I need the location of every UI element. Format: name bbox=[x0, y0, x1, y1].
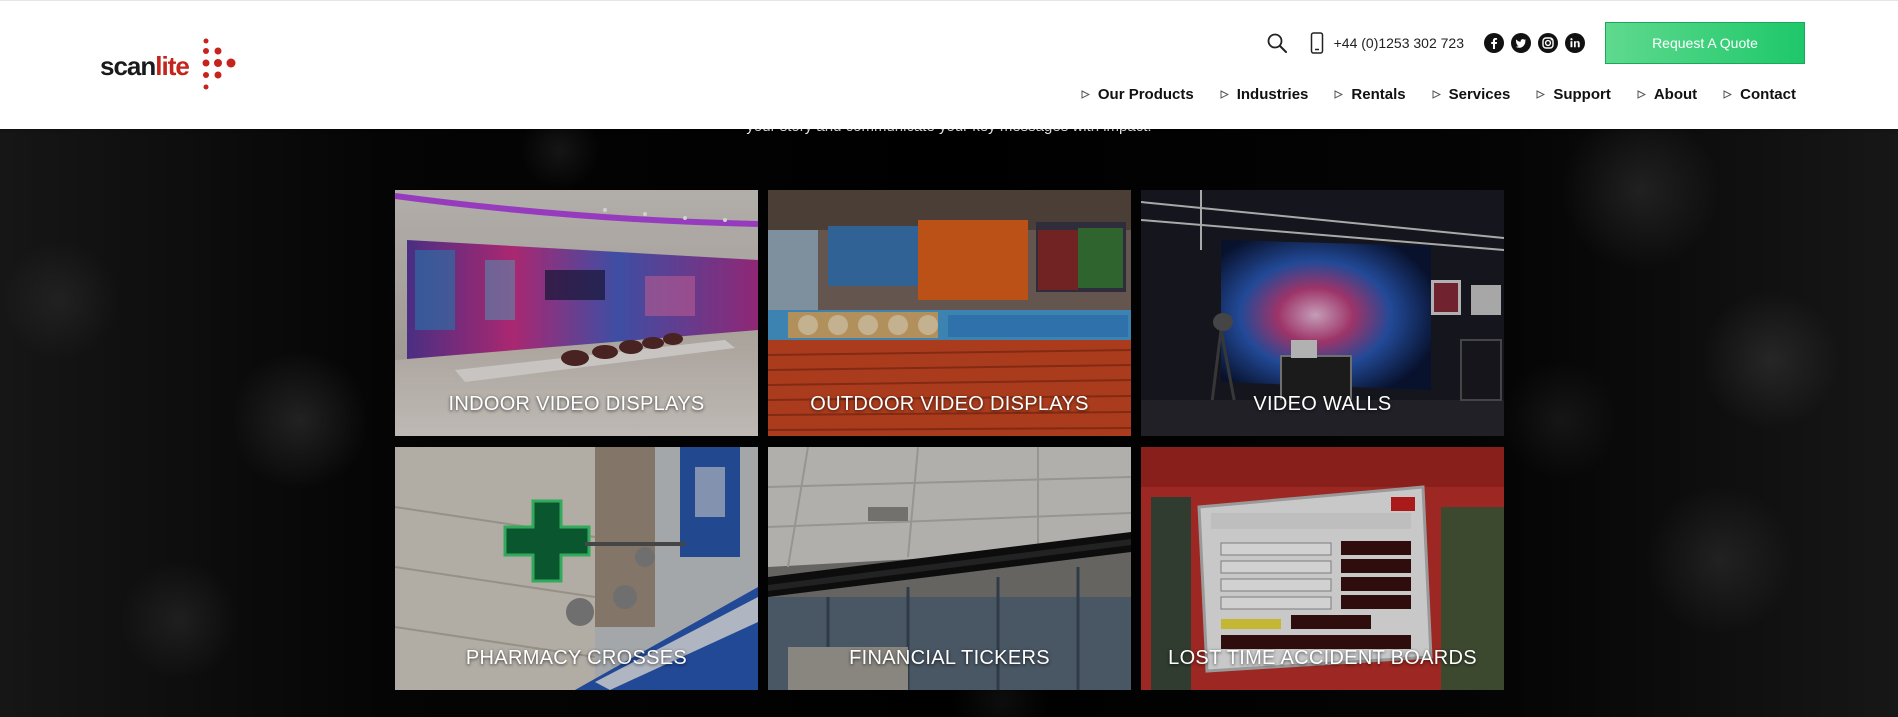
facebook-icon[interactable] bbox=[1484, 33, 1504, 53]
nav-arrow-icon bbox=[1220, 90, 1229, 99]
instagram-icon[interactable] bbox=[1538, 33, 1558, 53]
nav-item-our-products[interactable]: Our Products bbox=[1081, 86, 1194, 103]
nav-item-support[interactable]: Support bbox=[1536, 86, 1611, 103]
phone-number-link[interactable]: +44 (0)1253 302 723 bbox=[1334, 35, 1464, 51]
nav-label: Our Products bbox=[1097, 86, 1194, 103]
nav-item-services[interactable]: Services bbox=[1432, 86, 1511, 103]
logo-accent-text: lite bbox=[155, 51, 190, 81]
search-icon[interactable] bbox=[1266, 32, 1288, 54]
scanlite-logo[interactable]: scanlite bbox=[100, 37, 260, 97]
nav-arrow-icon bbox=[1432, 90, 1441, 99]
nav-arrow-icon bbox=[1536, 90, 1546, 99]
tile-label: VIDEO WALLS bbox=[1253, 393, 1392, 415]
logo-main-text: scan bbox=[100, 51, 156, 81]
twitter-icon[interactable] bbox=[1511, 33, 1531, 53]
request-quote-button[interactable]: Request A Quote bbox=[1605, 22, 1805, 64]
tile-lost-time-accident-boards[interactable]: LOST TIME ACCIDENT BOARDS bbox=[1141, 447, 1504, 690]
nav-arrow-icon bbox=[1723, 90, 1733, 99]
nav-arrow-icon bbox=[1637, 90, 1646, 99]
tile-outdoor-video-displays[interactable]: OUTDOOR VIDEO DISPLAYS bbox=[768, 190, 1131, 436]
tile-financial-tickers[interactable]: FINANCIAL TICKERS bbox=[768, 447, 1131, 690]
mobile-phone-icon bbox=[1310, 32, 1323, 54]
logo-wordmark: scanlite bbox=[100, 51, 190, 82]
tile-video-walls[interactable]: VIDEO WALLS bbox=[1141, 190, 1504, 436]
tile-label: FINANCIAL TICKERS bbox=[849, 647, 1050, 669]
nav-label: About bbox=[1653, 86, 1698, 103]
product-category-grid: INDOOR VIDEO DISPLAYS OUTDOOR VIDEO DISP… bbox=[395, 190, 1504, 690]
header-topbar: +44 (0)1253 302 723 Request A Quote bbox=[1266, 22, 1805, 64]
linkedin-icon[interactable] bbox=[1565, 33, 1585, 53]
social-links bbox=[1484, 33, 1585, 53]
nav-item-industries[interactable]: Industries bbox=[1220, 86, 1309, 103]
nav-item-about[interactable]: About bbox=[1637, 86, 1697, 103]
tile-label: LOST TIME ACCIDENT BOARDS bbox=[1168, 647, 1477, 669]
nav-item-contact[interactable]: Contact bbox=[1723, 86, 1796, 103]
nav-label: Rentals bbox=[1351, 86, 1406, 103]
nav-label: Services bbox=[1448, 86, 1511, 103]
site-header: scanlite +44 (0)1253 302 723 Request A Q… bbox=[0, 0, 1898, 129]
tile-label: OUTDOOR VIDEO DISPLAYS bbox=[810, 393, 1089, 415]
tile-pharmacy-crosses[interactable]: PHARMACY CROSSES bbox=[395, 447, 758, 690]
nav-label: Industries bbox=[1236, 86, 1309, 103]
tile-label: PHARMACY CROSSES bbox=[465, 647, 688, 669]
main-nav: Our Products Industries Rentals Services… bbox=[1081, 86, 1796, 103]
nav-arrow-icon bbox=[1334, 90, 1344, 99]
nav-label: Support bbox=[1553, 86, 1611, 103]
tile-indoor-video-displays[interactable]: INDOOR VIDEO DISPLAYS bbox=[395, 190, 758, 436]
nav-item-rentals[interactable]: Rentals bbox=[1334, 86, 1406, 103]
nav-arrow-icon bbox=[1081, 90, 1090, 99]
nav-label: Contact bbox=[1740, 86, 1796, 103]
logo-dots-icon bbox=[202, 38, 236, 90]
tile-label: INDOOR VIDEO DISPLAYS bbox=[448, 393, 705, 415]
